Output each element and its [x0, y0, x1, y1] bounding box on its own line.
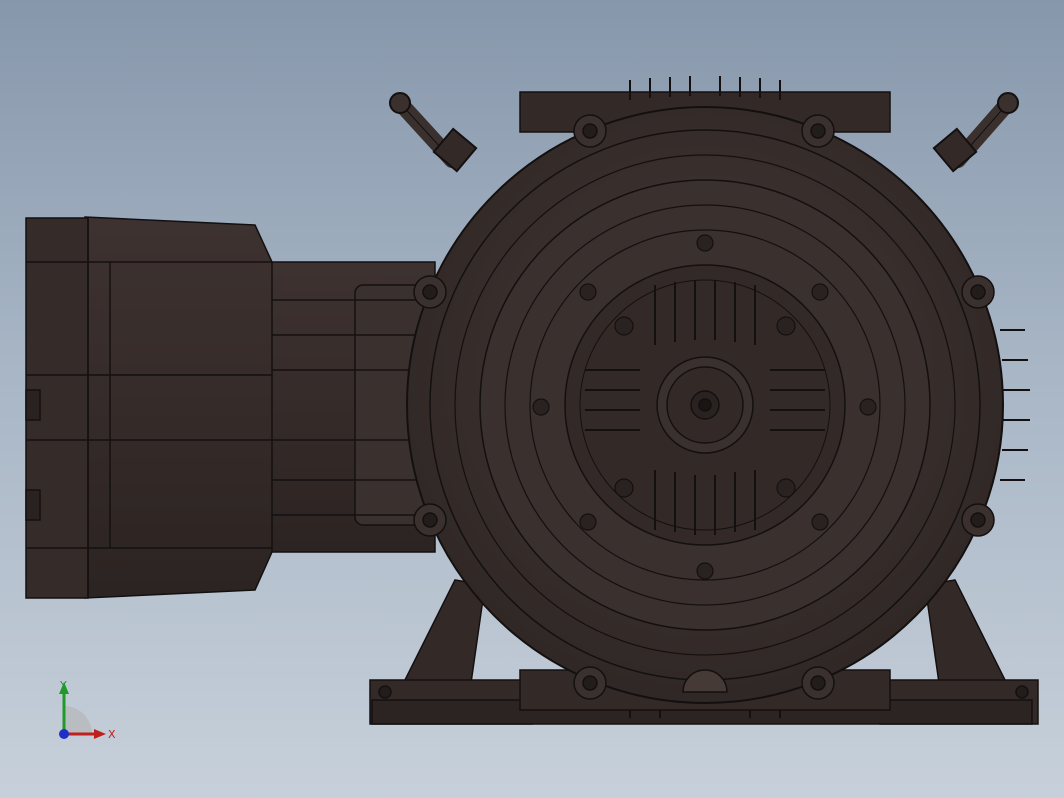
lifting-eye-left: [389, 92, 478, 173]
triad-plane: [64, 706, 92, 734]
motor-model[interactable]: [0, 0, 1064, 798]
shaft-hub: [656, 356, 754, 454]
lifting-eye-right: [932, 92, 1019, 173]
x-axis-label: X: [108, 728, 116, 741]
gearbox-housing: [25, 216, 436, 599]
x-axis-head: [94, 729, 106, 739]
z-axis-dot: [59, 729, 69, 739]
y-axis-label: Y: [59, 679, 67, 692]
cad-viewport[interactable]: Y X: [0, 0, 1064, 798]
coordinate-triad: Y X: [59, 679, 116, 741]
